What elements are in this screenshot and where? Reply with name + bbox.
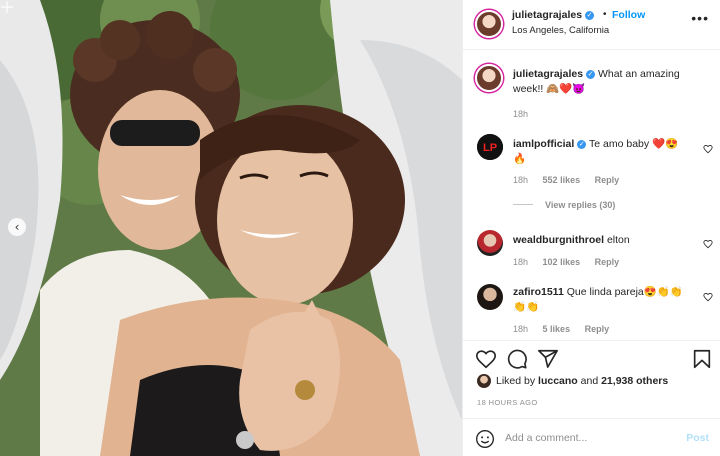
comment-bubble-icon[interactable] [506, 348, 528, 370]
comment-body: elton [606, 234, 630, 246]
verified-badge-icon: ✓ [586, 70, 596, 79]
caption-author-avatar[interactable] [475, 64, 503, 92]
reply-button[interactable]: Reply [595, 257, 620, 267]
caption-meta: 18h [513, 109, 540, 119]
comment-text: zafiro1511 Que linda pareja😍👏👏👏👏 [513, 285, 691, 315]
view-replies-button[interactable]: View replies (30) [513, 200, 615, 210]
commenter-avatar[interactable]: LP [477, 134, 503, 160]
reply-button[interactable]: Reply [585, 324, 610, 334]
likes-count[interactable]: 21,938 others [601, 375, 668, 387]
comment-likes[interactable]: 552 likes [543, 175, 581, 185]
caption-text: julietagrajales ✓ What an amazing week!! … [513, 67, 691, 97]
photo-illustration [0, 0, 462, 456]
like-heart-icon[interactable] [475, 348, 497, 370]
replies-divider [513, 204, 533, 205]
post-comment-button[interactable]: Post [686, 432, 709, 444]
action-bar [463, 340, 720, 376]
post-header: julietagrajales ✓ • Follow Los Angeles, C… [463, 0, 720, 50]
add-comment-bar: Post [463, 418, 720, 456]
emoji-smiley-icon[interactable] [475, 429, 495, 449]
lp-logo-icon: LP [477, 134, 503, 160]
liker-avatar [477, 374, 491, 388]
comment-author[interactable]: zafiro1511 [513, 286, 564, 298]
post-location[interactable]: Los Angeles, California [512, 25, 609, 36]
share-send-icon[interactable] [537, 348, 559, 370]
comment-author[interactable]: wealdburgnithroel [513, 234, 604, 246]
verified-badge-icon: ✓ [577, 140, 587, 149]
comment-text: iamlpofficial ✓ Te amo baby ❤️😍🔥 [513, 137, 691, 167]
comment-meta: 18h 5 likes Reply [513, 324, 621, 334]
comment-meta: 18h 102 likes Reply [513, 257, 631, 267]
commenter-avatar[interactable] [477, 230, 503, 256]
add-comment-input[interactable] [505, 429, 665, 447]
post-timestamp[interactable]: 18 HOURS AGO [477, 398, 538, 407]
instagram-post-view: ‹ julietagrajales ✓ • Follow Los Angeles,… [0, 0, 720, 456]
comment-likes[interactable]: 5 likes [543, 324, 571, 334]
svg-text:LP: LP [483, 142, 497, 154]
comment-time: 18h [513, 175, 529, 185]
like-comment-heart-icon[interactable] [703, 292, 713, 302]
verified-badge-icon: ✓ [585, 11, 595, 20]
likes-text: Liked by luccano and 21,938 others [496, 375, 669, 387]
comment-author[interactable]: iamlpofficial [513, 138, 574, 150]
likes-summary[interactable]: Liked by luccano and 21,938 others [477, 374, 717, 390]
post-photo[interactable]: ‹ [0, 0, 462, 456]
liker-username[interactable]: luccano [538, 375, 578, 387]
caption-time: 18h [513, 109, 529, 119]
comment-text: wealdburgnithroel elton [513, 233, 691, 248]
like-comment-heart-icon[interactable] [703, 144, 713, 154]
comment-likes[interactable]: 102 likes [543, 257, 581, 267]
post-sidebar: julietagrajales ✓ • Follow Los Angeles, C… [462, 0, 720, 456]
reply-button[interactable]: Reply [595, 175, 620, 185]
save-bookmark-icon[interactable] [691, 348, 713, 370]
author-username[interactable]: julietagrajales ✓ [512, 9, 595, 21]
caption-author[interactable]: julietagrajales [513, 68, 583, 80]
follow-button[interactable]: Follow [612, 9, 645, 21]
tag-cross-icon [1, 1, 13, 13]
commenter-avatar[interactable] [477, 284, 503, 310]
comment-time: 18h [513, 324, 529, 334]
header-separator: • [603, 9, 607, 20]
author-avatar[interactable] [475, 10, 503, 38]
comment-meta: 18h 552 likes Reply [513, 175, 631, 185]
comments-list: julietagrajales ✓ What an amazing week!! … [463, 50, 720, 340]
like-comment-heart-icon[interactable] [703, 239, 713, 249]
more-options-icon[interactable]: ••• [691, 10, 709, 26]
comment-time: 18h [513, 257, 529, 267]
previous-photo-button[interactable]: ‹ [8, 218, 26, 236]
